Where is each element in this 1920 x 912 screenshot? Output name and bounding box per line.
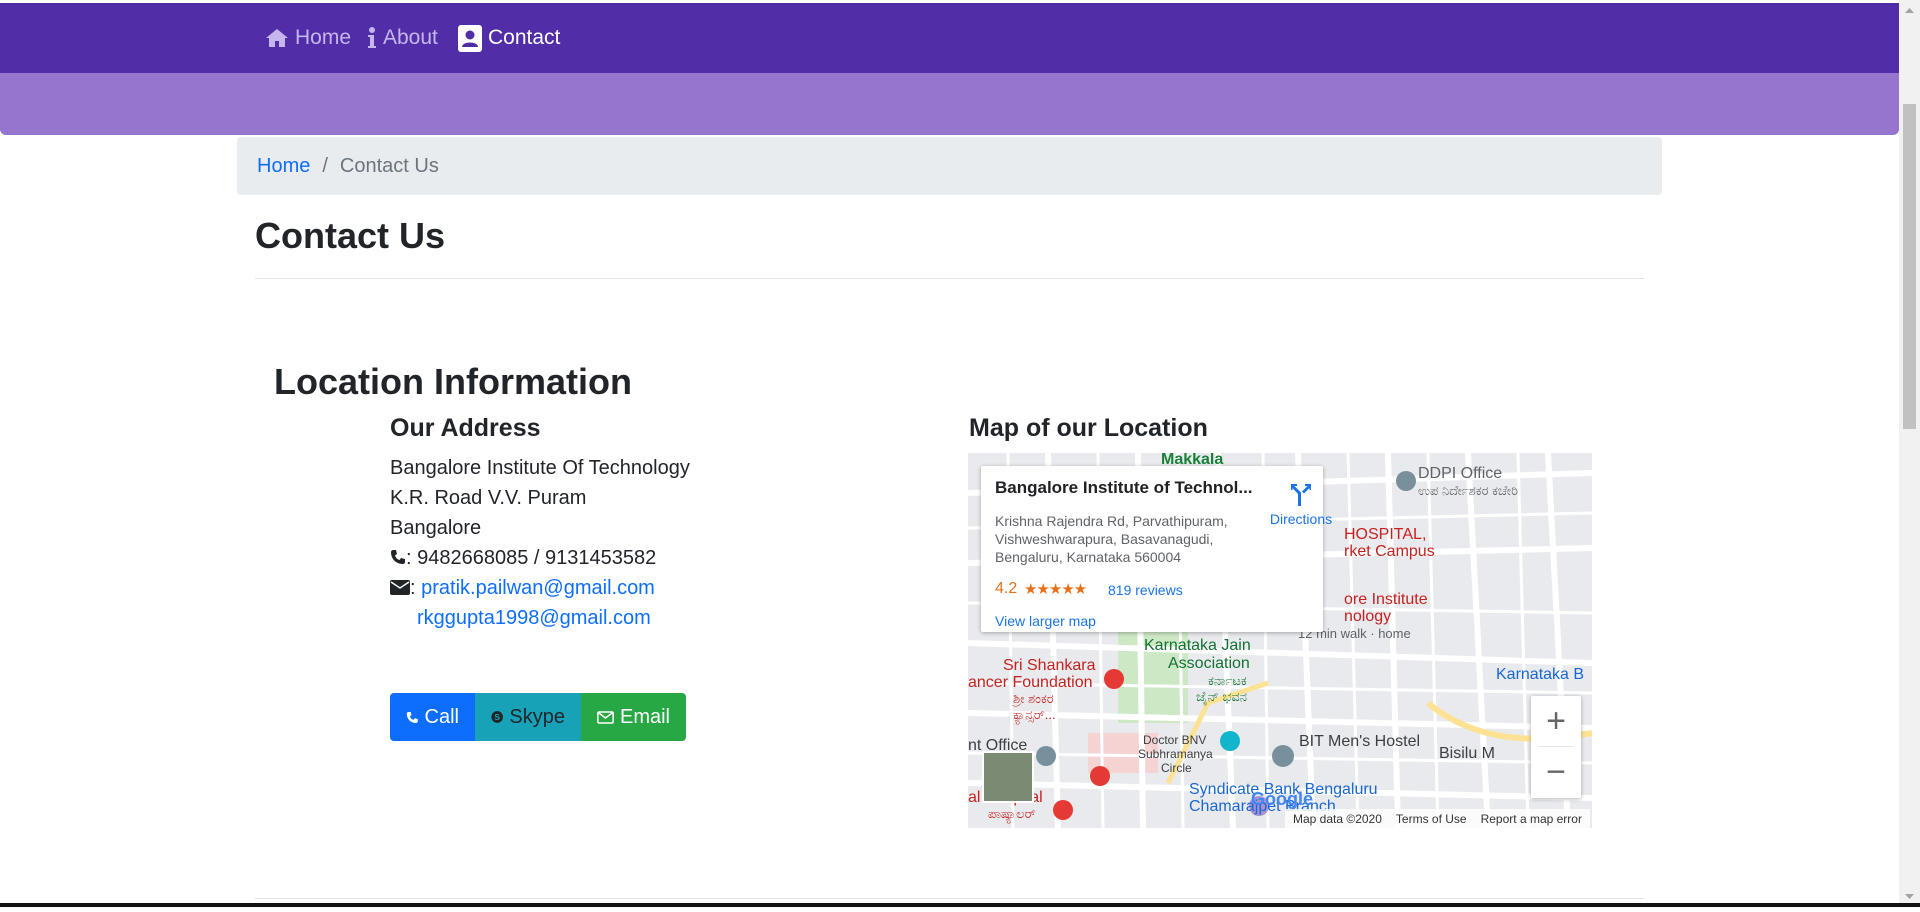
- map-footer: Map data ©2020 Terms of Use Report a map…: [1285, 809, 1590, 828]
- map-heading: Map of our Location: [969, 414, 1208, 442]
- svg-text:S: S: [494, 712, 500, 722]
- phone-icon: [406, 711, 418, 723]
- email-line-2: rkggupta1998@gmail.com: [417, 607, 651, 630]
- map-label-market: rket Campus: [1344, 543, 1435, 560]
- map-label-hospital2-kn: ಪಾಷ್ಯಾಲರ್: [988, 806, 1036, 821]
- home-icon: [266, 29, 288, 47]
- google-logo: Google: [1251, 789, 1313, 809]
- zoom-controls: + −: [1531, 696, 1581, 798]
- email-link-1[interactable]: pratik.pailwan@gmail.com: [421, 577, 655, 599]
- email-line-1: : pratik.pailwan@gmail.com: [390, 577, 655, 600]
- email-prefix: :: [410, 577, 416, 599]
- directions-button[interactable]: Directions: [1265, 480, 1337, 527]
- email-link-2[interactable]: rkggupta1998@gmail.com: [417, 607, 651, 629]
- vertical-scrollbar[interactable]: [1899, 0, 1920, 907]
- map-label-bit-hostel: BIT Men's Hostel: [1299, 733, 1421, 750]
- place-title: Bangalore Institute of Technol...: [995, 478, 1253, 497]
- zoom-in-button[interactable]: +: [1531, 696, 1581, 746]
- nav-home[interactable]: Home: [265, 3, 351, 73]
- rating-stars: ★★★★★: [1024, 581, 1087, 598]
- place-info-card: Bangalore Institute of Technol... Krishn…: [981, 466, 1332, 632]
- nav-about-label: About: [383, 26, 438, 49]
- breadcrumb: Home / Contact Us: [237, 137, 1662, 195]
- map-label-nology: nology: [1344, 608, 1392, 625]
- email-button[interactable]: Email: [581, 693, 686, 741]
- skype-icon: S: [491, 711, 504, 723]
- call-button[interactable]: Call: [390, 693, 475, 741]
- jumbotron: [0, 73, 1899, 135]
- map-label-ddpi-kn: ಉಪ ನಿರ್ದೇಶಕರ ಕಚೇರಿ: [1418, 483, 1518, 498]
- taskbar-strip: [0, 903, 1920, 907]
- map-label-hospital: HOSPITAL,: [1344, 526, 1427, 543]
- map-label-jain-kn1: ಕರ್ನಾಟಕ: [1208, 673, 1247, 688]
- envelope-icon: [390, 580, 410, 595]
- address-line-1: Bangalore Institute Of Technology: [390, 457, 690, 479]
- nav-contact[interactable]: Contact: [458, 3, 560, 73]
- map-label-bit: ore Institute: [1344, 591, 1428, 608]
- map-label-jain-kn2: ಜೈನ್ ಭವನ: [1196, 689, 1247, 704]
- map-label-karnataka-b: Karnataka B: [1496, 666, 1585, 683]
- address-heading: Our Address: [390, 414, 541, 442]
- reviews-link[interactable]: 819 reviews: [1108, 582, 1183, 598]
- map-label-cancer: ancer Foundation: [968, 674, 1093, 691]
- place-rating: 4.2: [995, 580, 1018, 597]
- directions-icon: [1291, 484, 1311, 506]
- phone-line: : 9482668085 / 9131453582: [390, 547, 656, 570]
- phone-icon: [391, 550, 405, 564]
- map-label-sri-kn2: ಕ್ಯಾನ್ಸರ್...: [1013, 707, 1056, 722]
- email-button-label: Email: [619, 705, 670, 728]
- page-title: Contact Us: [255, 215, 446, 256]
- envelope-outline-icon: [597, 710, 614, 724]
- report-map-error-link[interactable]: Report a map error: [1481, 812, 1582, 826]
- contact-button-group: Call S Skype Email: [390, 693, 686, 741]
- map-label-sri-kn: ಶ್ರೀ ಶಂಕರ: [1013, 691, 1054, 706]
- map-label-bisilu: Bisilu M: [1439, 745, 1496, 762]
- map-data-credit: Map data ©2020: [1293, 811, 1382, 826]
- directions-label: Directions: [1269, 511, 1333, 527]
- map-label-sri: Sri Shankara: [1003, 657, 1096, 674]
- nav-about[interactable]: About: [367, 3, 438, 73]
- address-card-icon: [458, 24, 482, 52]
- breadcrumb-separator: /: [322, 154, 328, 177]
- call-button-label: Call: [424, 705, 459, 728]
- breadcrumb-current: Contact Us: [339, 154, 439, 177]
- skype-button[interactable]: S Skype: [475, 693, 581, 741]
- place-address: Krishna Rajendra Rd, Parvathipuram, Vish…: [995, 513, 1228, 565]
- nav-contact-label: Contact: [488, 26, 561, 49]
- address-line-2: K.R. Road V.V. Puram: [390, 487, 587, 509]
- breadcrumb-home-link[interactable]: Home: [257, 155, 310, 178]
- zoom-out-button[interactable]: −: [1531, 747, 1581, 797]
- map-label-circle: Circle: [1161, 761, 1192, 775]
- map-label-subhr: Subhramanya: [1138, 747, 1213, 761]
- terms-of-use-link[interactable]: Terms of Use: [1396, 812, 1467, 826]
- navbar: Home About Contact: [0, 3, 1899, 73]
- page-viewport: Home About Contact Home / Contact Us Con…: [0, 0, 1899, 907]
- address-line-3: Bangalore: [390, 517, 482, 539]
- map-label-assoc: Association: [1168, 655, 1250, 672]
- map-label-jain: Karnataka Jain: [1144, 637, 1251, 654]
- bottom-divider: [255, 898, 1644, 899]
- info-icon: [368, 27, 376, 48]
- scrollbar-thumb[interactable]: [1903, 104, 1916, 429]
- map-label-doctor: Doctor BNV: [1143, 733, 1207, 747]
- satellite-toggle[interactable]: [982, 751, 1034, 803]
- divider: [255, 278, 1644, 279]
- location-info-title: Location Information: [274, 361, 632, 402]
- scroll-up-arrow[interactable]: [1899, 0, 1920, 21]
- skype-button-label: Skype: [509, 705, 565, 728]
- view-larger-map-link[interactable]: View larger map: [995, 613, 1096, 629]
- nav-home-label: Home: [295, 26, 352, 49]
- phone-text: : 9482668085 / 9131453582: [406, 547, 657, 569]
- map-label-ddpi: DDPI Office: [1418, 465, 1503, 482]
- google-map[interactable]: Makkala DDPI Office ಉಪ ನಿರ್ದೇಶಕರ ಕಚೇರಿ H…: [968, 453, 1592, 828]
